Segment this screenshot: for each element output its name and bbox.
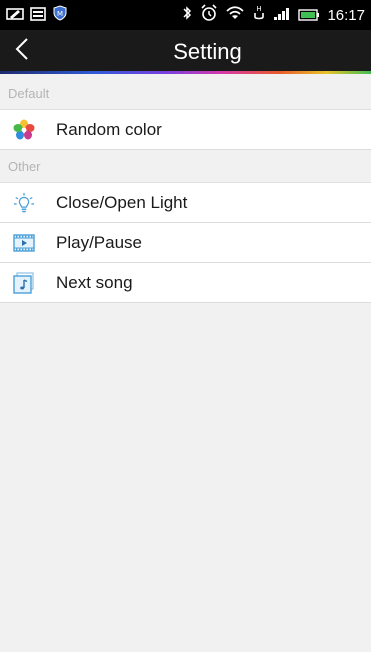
header-gradient-bar bbox=[0, 71, 371, 74]
setting-random-color[interactable]: Random color bbox=[0, 110, 371, 150]
usb-debug-icon: H bbox=[252, 4, 266, 26]
setting-label: Play/Pause bbox=[56, 232, 142, 252]
app-header: Setting bbox=[0, 30, 371, 74]
status-right: H 16:17 bbox=[174, 4, 365, 26]
play-icon bbox=[13, 232, 35, 254]
alarm-icon bbox=[200, 4, 218, 26]
svg-text:H: H bbox=[257, 5, 262, 13]
setting-close-open-light[interactable]: Close/Open Light bbox=[0, 183, 371, 223]
section-header-default: Default bbox=[0, 77, 371, 110]
status-time: 16:17 bbox=[327, 6, 365, 24]
signal-icon bbox=[273, 6, 291, 25]
bluetooth-icon bbox=[181, 5, 193, 25]
music-note-icon bbox=[13, 271, 35, 294]
shield-icon: M bbox=[52, 5, 68, 25]
page-title: Setting bbox=[173, 39, 242, 64]
settings-list: Default Random color Other Close/Open Li… bbox=[0, 77, 371, 303]
svg-text:M: M bbox=[57, 10, 63, 18]
status-left: M bbox=[6, 5, 74, 25]
message-icon bbox=[30, 6, 46, 25]
battery-icon bbox=[298, 6, 320, 25]
edit-icon bbox=[6, 6, 24, 25]
status-bar: M H 16:17 bbox=[0, 0, 371, 30]
setting-next-song[interactable]: Next song bbox=[0, 263, 371, 303]
chevron-left-icon bbox=[15, 37, 29, 65]
setting-play-pause[interactable]: Play/Pause bbox=[0, 223, 371, 263]
light-bulb-icon bbox=[13, 192, 35, 214]
wifi-icon bbox=[225, 5, 245, 25]
setting-label: Close/Open Light bbox=[56, 192, 188, 212]
setting-label: Next song bbox=[56, 272, 133, 292]
flower-icon bbox=[13, 119, 35, 141]
back-button[interactable] bbox=[2, 34, 42, 68]
section-header-other: Other bbox=[0, 150, 371, 183]
setting-label: Random color bbox=[56, 119, 162, 139]
